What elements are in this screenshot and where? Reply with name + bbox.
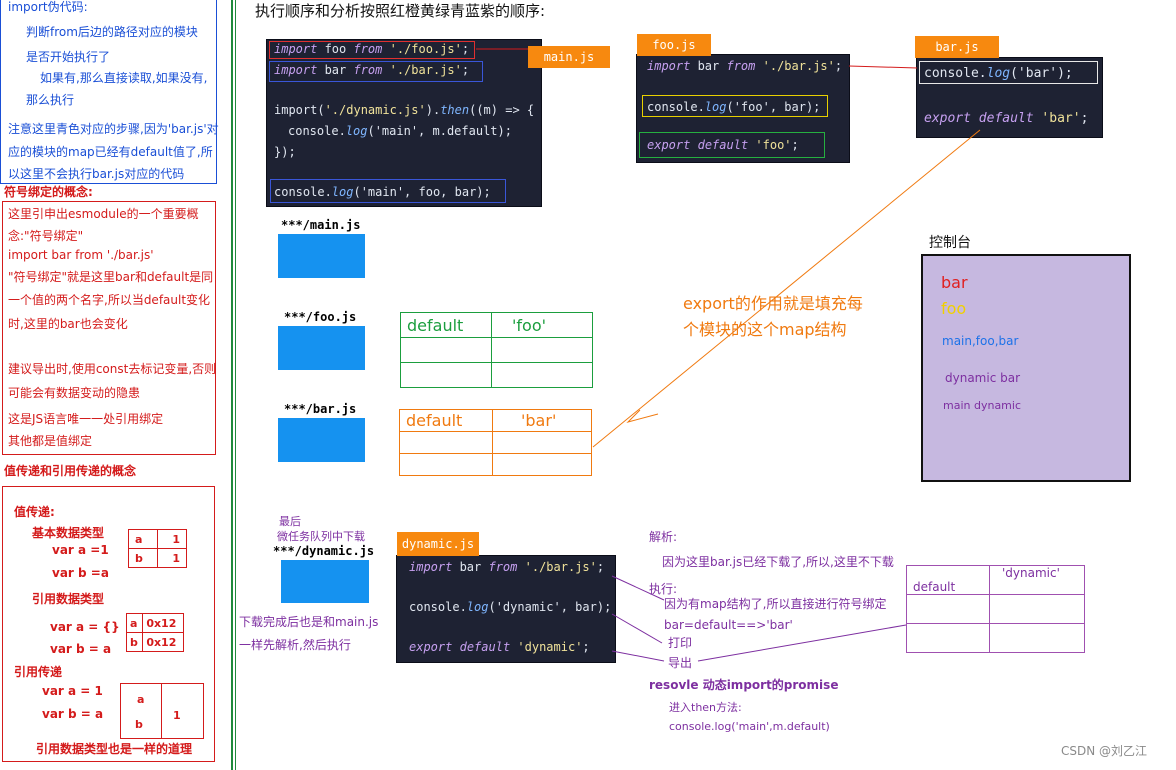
watermark: CSDN @刘乙江 (1061, 744, 1148, 758)
connector-red (848, 65, 918, 69)
connector-purple (611, 650, 665, 662)
connector-lines (476, 48, 981, 662)
connector-purple (611, 575, 665, 601)
connector-purple (697, 624, 907, 662)
connector-orange (592, 129, 981, 448)
connector-purple (611, 613, 663, 644)
arrow-head (626, 409, 659, 423)
